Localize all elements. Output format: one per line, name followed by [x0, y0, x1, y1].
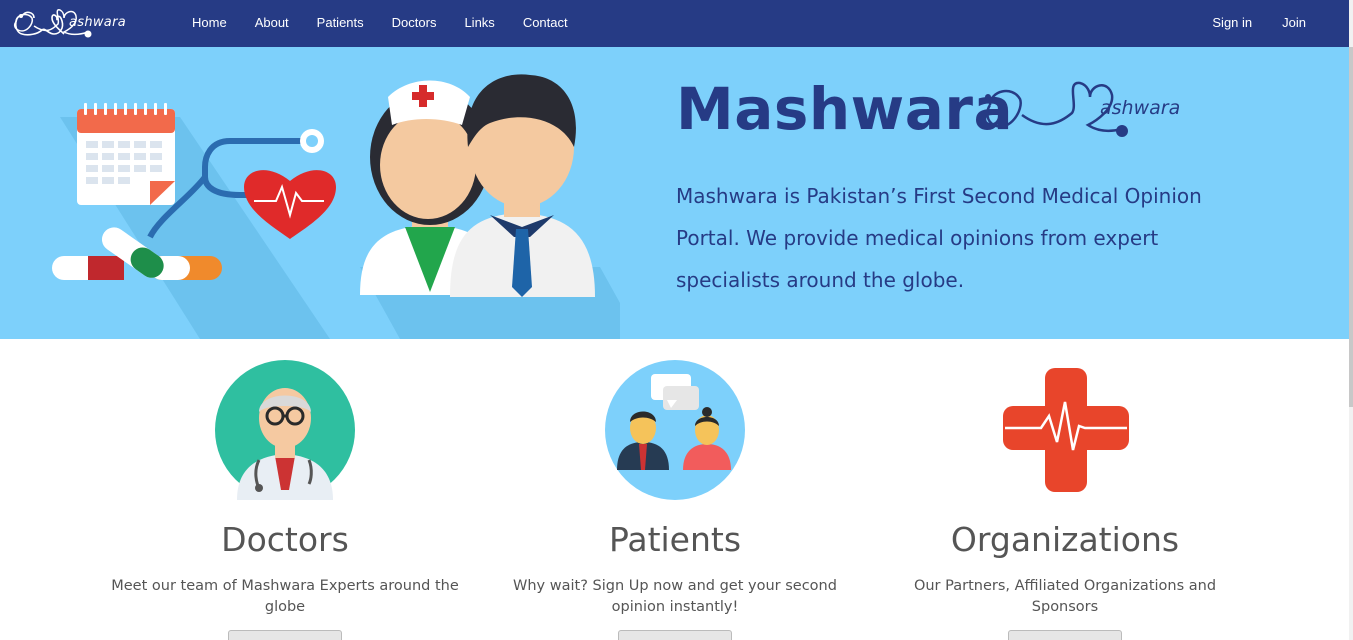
nav-home[interactable]: Home: [178, 0, 241, 47]
feature-description: Why wait? Sign Up now and get your secon…: [513, 578, 837, 615]
feature-patients: Patients Why wait? Sign Up now and get y…: [480, 360, 870, 640]
feature-title: Organizations: [950, 520, 1180, 559]
medical-illustration: [52, 74, 620, 339]
heart-icon: [244, 170, 336, 239]
patients-icon: [605, 360, 745, 500]
account-nav: Sign in Join: [1197, 0, 1321, 47]
top-navbar: ashwara Home About Patients Doctors Link…: [0, 0, 1349, 47]
feature-title: Patients: [608, 520, 742, 559]
main-nav: Home About Patients Doctors Links Contac…: [178, 0, 582, 47]
signin-link[interactable]: Sign in: [1197, 0, 1267, 47]
hero-description: Mashwara is Pakistan’s First Second Medi…: [676, 184, 1202, 292]
feature-title: Doctors: [221, 520, 349, 559]
view-details-button[interactable]: View details »: [617, 630, 733, 640]
page-scrollbar[interactable]: [1349, 0, 1353, 640]
nav-links[interactable]: Links: [450, 0, 508, 47]
nav-about[interactable]: About: [241, 0, 303, 47]
view-details-button[interactable]: View details »: [227, 630, 343, 640]
feature-description: Meet our team of Mashwara Experts around…: [111, 578, 459, 615]
hero-banner: Mashwara ashwara Mashwara is Pakistan’s …: [0, 47, 1349, 339]
join-link[interactable]: Join: [1267, 0, 1321, 47]
medical-cross-icon: [1003, 368, 1129, 492]
view-details-button[interactable]: View details »: [1007, 630, 1123, 640]
brand-logo[interactable]: ashwara: [12, 6, 137, 42]
feature-description: Our Partners, Affiliated Organizations a…: [913, 578, 1217, 615]
hero-logo-text: ashwara: [1100, 97, 1181, 119]
feature-doctors: Doctors Meet our team of Mashwara Expert…: [90, 360, 480, 640]
nav-contact[interactable]: Contact: [509, 0, 582, 47]
nav-doctors[interactable]: Doctors: [378, 0, 451, 47]
feature-organizations: Organizations Our Partners, Affiliated O…: [870, 360, 1260, 640]
nav-patients[interactable]: Patients: [303, 0, 378, 47]
doctor-icon: [215, 360, 355, 500]
hero-title: Mashwara: [676, 75, 1014, 143]
scrollbar-thumb[interactable]: [1349, 47, 1353, 407]
brand-text: ashwara: [69, 15, 126, 30]
calendar-icon: [77, 103, 175, 205]
